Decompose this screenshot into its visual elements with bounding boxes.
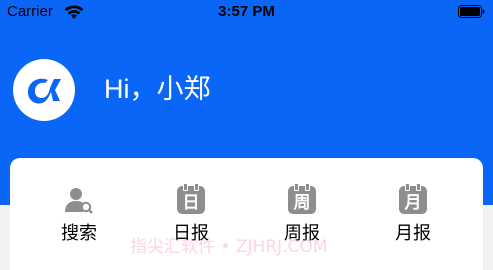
calendar-day-icon: 日 (177, 183, 205, 214)
menu-item-label: 月报 (395, 223, 431, 244)
menu-item-search[interactable]: 搜索 (39, 186, 119, 250)
menu-item-monthly-report[interactable]: 月 月报 (373, 183, 453, 250)
menu-item-daily-report[interactable]: 日 日报 (151, 183, 231, 250)
user-search-icon (65, 186, 93, 214)
avatar[interactable] (13, 59, 75, 121)
calendar-month-icon: 月 (399, 183, 427, 214)
menu-item-label: 搜索 (61, 223, 97, 244)
alpha-logo-icon (28, 78, 61, 104)
status-bar: Carrier 3:57 PM (0, 0, 493, 24)
menu-item-label: 周报 (284, 223, 320, 244)
menu-item-weekly-report[interactable]: 周 周报 (262, 183, 342, 250)
calendar-week-icon: 周 (288, 183, 316, 214)
greeting-text: Hi，小郑 (104, 74, 211, 104)
status-time: 3:57 PM (218, 3, 275, 20)
battery-icon (458, 5, 485, 18)
menu-item-label: 日报 (173, 223, 209, 244)
